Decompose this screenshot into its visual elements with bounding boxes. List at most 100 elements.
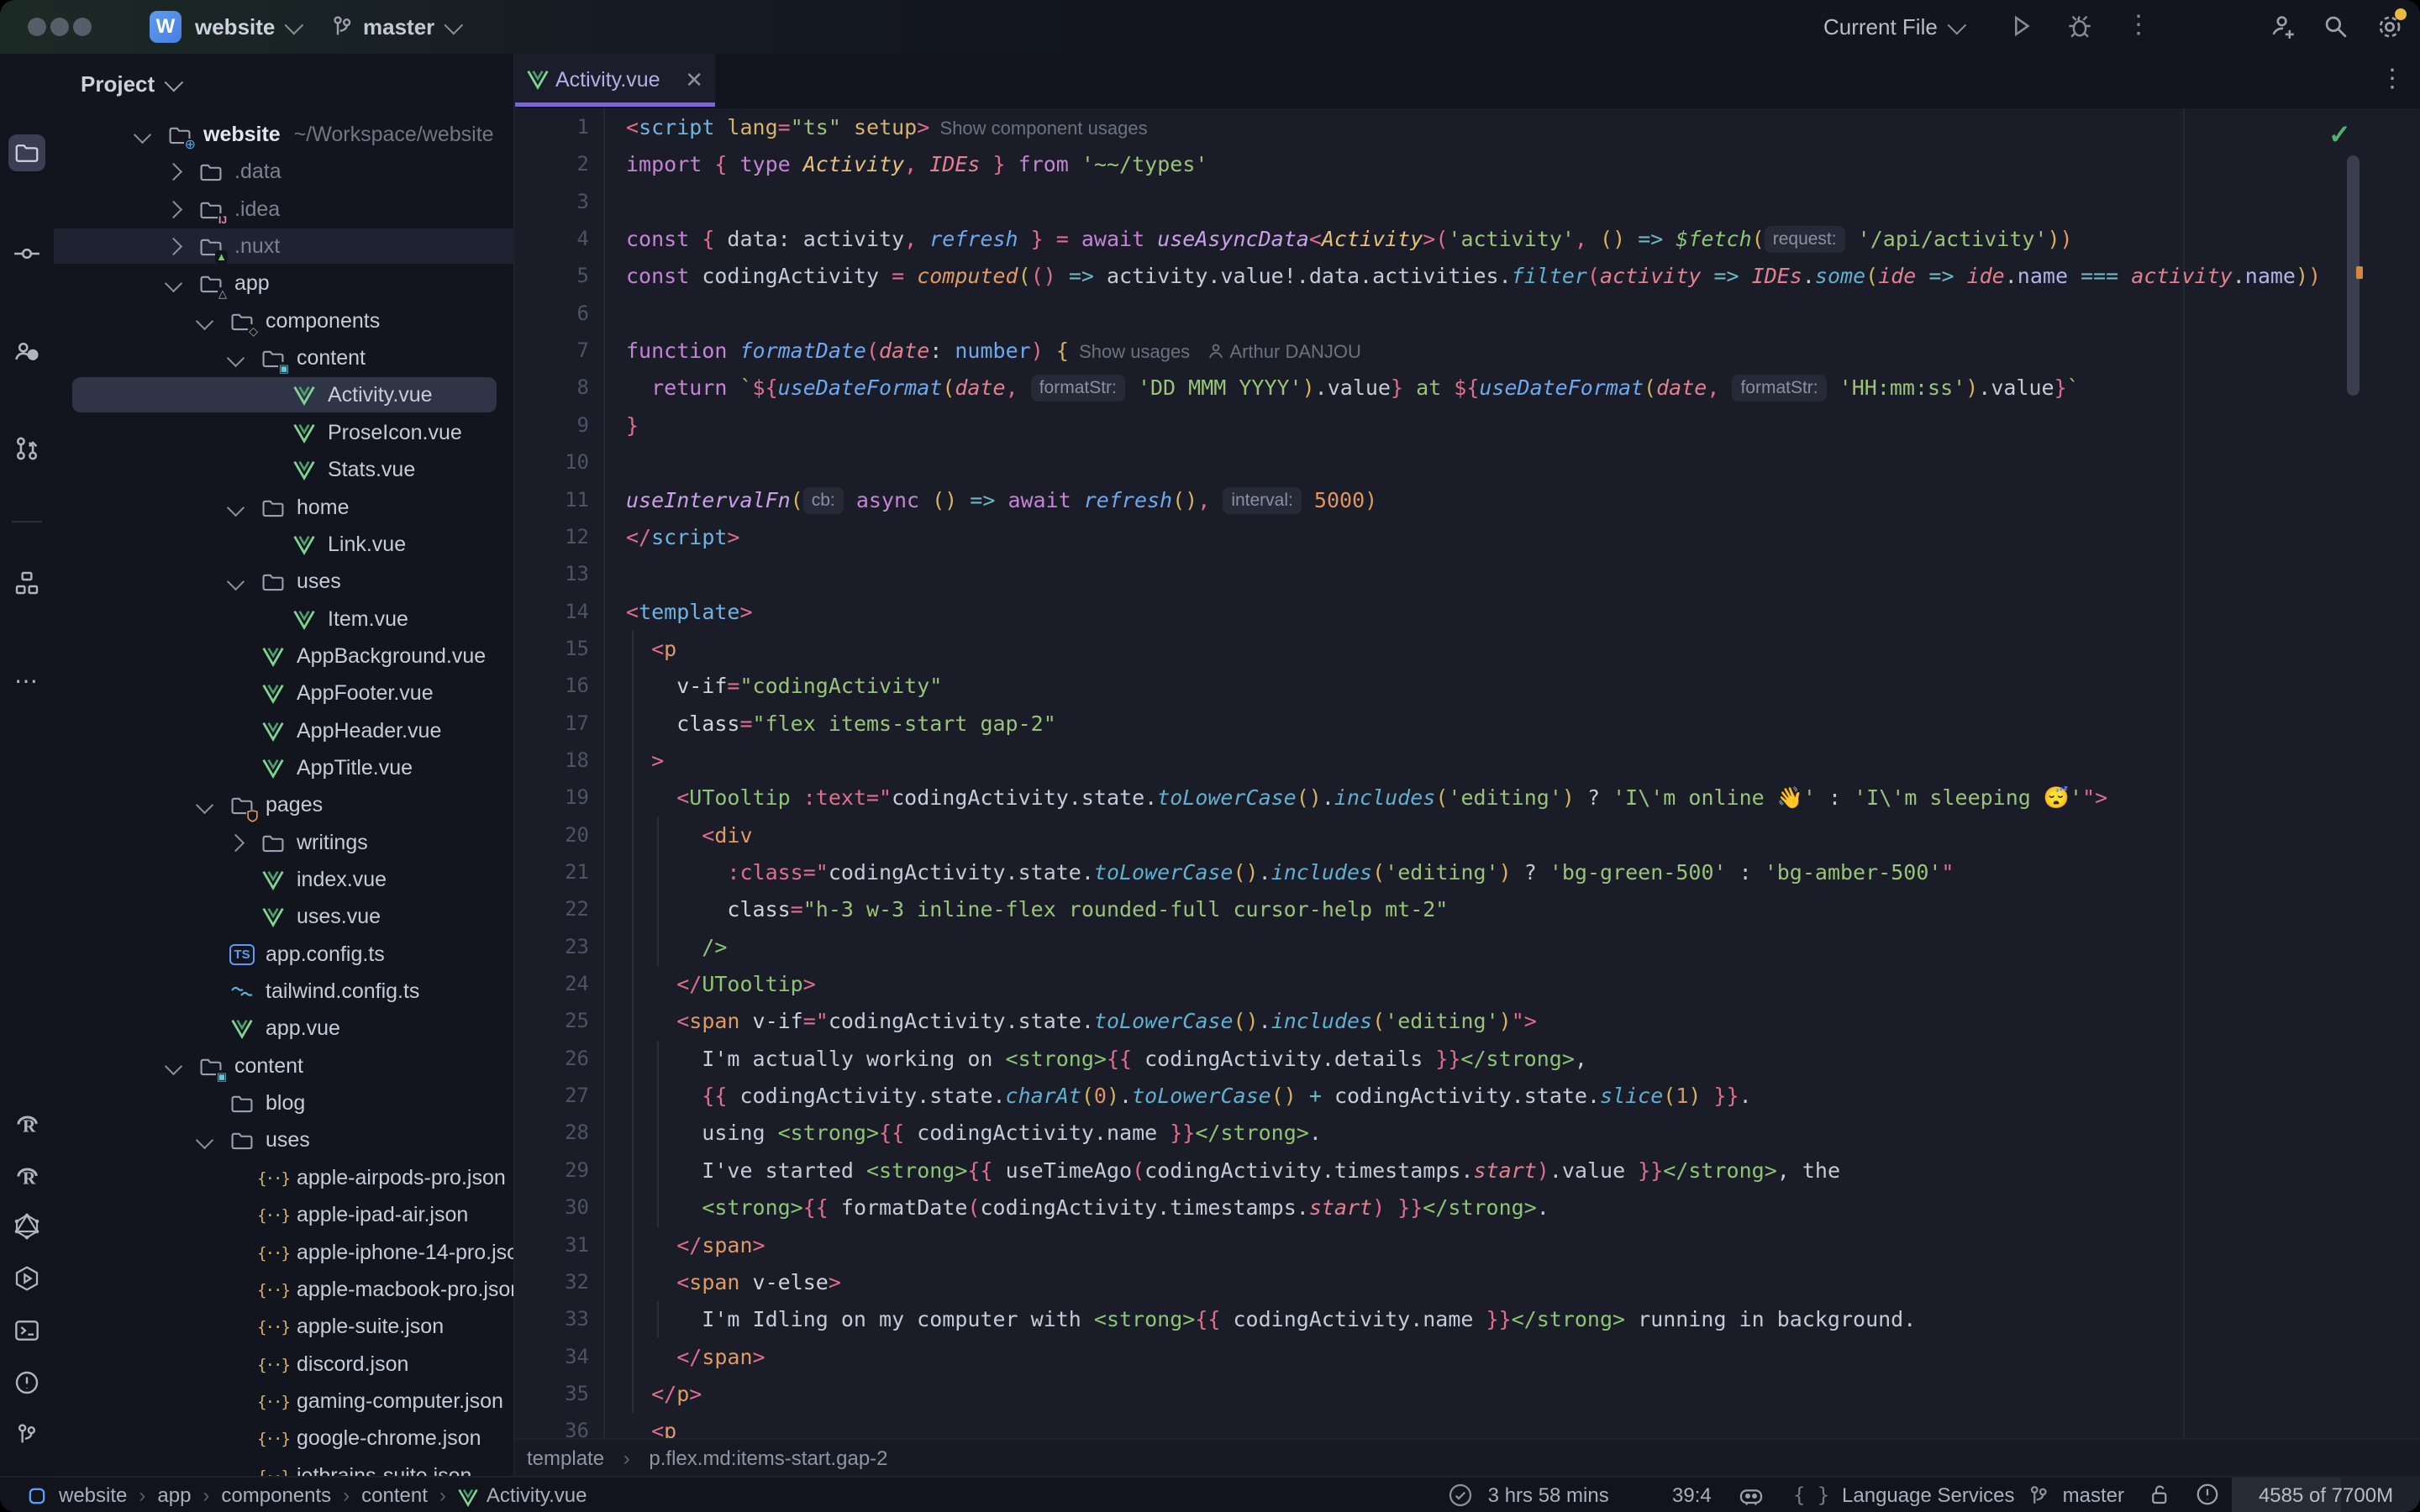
terminal-tool-icon[interactable] <box>8 1312 45 1349</box>
r-plugin-a-tool-icon[interactable]: R <box>8 1104 45 1141</box>
tab-close-icon[interactable]: ✕ <box>685 67 703 93</box>
vue-icon <box>291 532 318 559</box>
tree-item-blog[interactable]: blog <box>54 1084 513 1121</box>
language-services-widget[interactable]: { } Language Services <box>1793 1478 2015 1512</box>
debug-icon[interactable] <box>2065 12 2096 42</box>
tree-item-home[interactable]: home <box>54 489 513 526</box>
commit-tool-icon[interactable] <box>8 235 45 272</box>
vue-icon <box>291 606 318 633</box>
code-editor[interactable]: 1<script lang="ts" setup> Show component… <box>515 108 2420 1438</box>
tree-item-appheader-vue[interactable]: AppHeader.vue <box>54 712 513 749</box>
line-number: 4 <box>515 220 589 258</box>
tree-item--nuxt[interactable]: ▲.nuxt <box>54 228 513 265</box>
tree-item-tailwind-config-ts[interactable]: tailwind.config.ts <box>54 973 513 1010</box>
tree-item-label: gaming-computer.json <box>297 1383 503 1420</box>
services-tool-icon[interactable] <box>8 1260 45 1297</box>
warning-stripe-mark[interactable] <box>2356 266 2363 279</box>
tree-item-app-config-ts[interactable]: TSapp.config.ts <box>54 936 513 973</box>
tree-item-components[interactable]: ◇components <box>54 302 513 339</box>
line-number: 13 <box>515 555 589 593</box>
tree-item-website[interactable]: ⊕website~/Workspace/website <box>54 116 513 153</box>
inlay-hint-chip[interactable]: interval: <box>1223 487 1302 514</box>
status-breadcrumb[interactable]: website›app›components›content›Activity.… <box>25 1478 587 1512</box>
breadcrumb-element[interactable]: p.flex.md:items-start.gap-2 <box>649 1447 887 1470</box>
window-minimize-button[interactable] <box>50 18 69 36</box>
tree-item-gaming-computer-json[interactable]: {··}gaming-computer.json <box>54 1383 513 1420</box>
tree-item-appbackground-vue[interactable]: AppBackground.vue <box>54 638 513 675</box>
vue-icon <box>229 1016 255 1042</box>
tab-activity-vue[interactable]: Activity.vue ✕ <box>515 54 715 107</box>
inlay-hint[interactable]: Arthur DANJOU <box>1226 341 1361 362</box>
inlay-hint-chip[interactable]: formatStr: <box>1031 375 1125 402</box>
copilot-status-icon[interactable] <box>1738 1483 1765 1512</box>
problems-icon[interactable] <box>2195 1482 2220 1512</box>
tree-item-app-vue[interactable]: app.vue <box>54 1010 513 1047</box>
run-configuration[interactable]: Current File <box>1823 0 1961 54</box>
tree-item-item-vue[interactable]: Item.vue <box>54 601 513 638</box>
tree-item-uses-vue[interactable]: uses.vue <box>54 898 513 935</box>
tree-item-apple-airpods-pro-json[interactable]: {··}apple-airpods-pro.json <box>54 1159 513 1196</box>
caret-position[interactable]: 39:4 <box>1672 1478 1712 1512</box>
graphql-tool-icon[interactable] <box>8 1208 45 1245</box>
settings-icon[interactable] <box>2375 12 2405 42</box>
project-widget[interactable]: website <box>195 0 298 54</box>
tree-item-discord-json[interactable]: {··}discord.json <box>54 1346 513 1383</box>
memory-indicator[interactable]: 4585 of 7700M <box>2232 1478 2420 1512</box>
pull-requests-tool-icon[interactable] <box>8 430 45 467</box>
breadcrumb-template[interactable]: template <box>527 1447 604 1470</box>
tree-item-proseicon-vue[interactable]: ProseIcon.vue <box>54 414 513 451</box>
tree-item-google-chrome-json[interactable]: {··}google-chrome.json <box>54 1420 513 1457</box>
tree-item-writings[interactable]: writings <box>54 824 513 861</box>
git-branch-widget[interactable]: master <box>2025 1478 2124 1512</box>
inlay-hint[interactable]: Show component usages <box>929 118 1147 139</box>
tree-item-label: app <box>234 265 270 302</box>
structure-tool-icon[interactable] <box>8 564 45 601</box>
tree-item-activity-vue[interactable]: Activity.vue <box>54 376 513 413</box>
vcs-widget[interactable]: master <box>363 0 458 54</box>
tree-item-content[interactable]: ▣content <box>54 339 513 376</box>
tree-item--data[interactable]: .data <box>54 153 513 190</box>
inlay-hint-chip[interactable]: cb: <box>803 487 844 514</box>
tree-item-link-vue[interactable]: Link.vue <box>54 526 513 563</box>
tree-item-pages[interactable]: pages <box>54 786 513 823</box>
tree-item-stats-vue[interactable]: Stats.vue <box>54 451 513 488</box>
tree-item-app[interactable]: △app <box>54 265 513 302</box>
tree-item-apple-macbook-pro-json[interactable]: {··}apple-macbook-pro.json <box>54 1271 513 1308</box>
more-icon[interactable]: ⋮ <box>2126 10 2143 40</box>
tree-item--idea[interactable]: IJ.idea <box>54 191 513 228</box>
window-close-button[interactable] <box>28 18 46 36</box>
inlay-hint[interactable]: Show usages <box>1069 341 1206 362</box>
tree-item-apple-ipad-air-json[interactable]: {··}apple-ipad-air.json <box>54 1196 513 1233</box>
code-line-26: 26 I'm actually working on <strong>{{ co… <box>515 1040 2420 1078</box>
search-icon[interactable] <box>2321 12 2351 42</box>
version-control-tool-icon[interactable] <box>8 1416 45 1453</box>
inlay-hint-chip[interactable]: request: <box>1765 226 1845 253</box>
code-line-35: 35 </p> <box>515 1375 2420 1413</box>
tree-item-index-vue[interactable]: index.vue <box>54 861 513 898</box>
inspections-ok-icon[interactable]: ✓ <box>2328 118 2351 150</box>
tree-item-apple-suite-json[interactable]: {··}apple-suite.json <box>54 1308 513 1345</box>
wakatime-widget[interactable]: 3 hrs 58 mins <box>1447 1478 1609 1512</box>
tab-options-icon[interactable]: ⋮ <box>2380 64 2405 93</box>
project-tool-icon[interactable] <box>8 134 45 171</box>
tree-item-content[interactable]: ▣content <box>54 1047 513 1084</box>
stripe-divider <box>12 521 42 522</box>
r-plugin-b-tool-icon[interactable]: R <box>8 1156 45 1193</box>
tree-item-apple-iphone-14-pro-json[interactable]: {··}apple-iphone-14-pro.json <box>54 1234 513 1271</box>
inlay-hint-chip[interactable]: formatStr: <box>1732 375 1826 402</box>
tree-item-apptitle-vue[interactable]: AppTitle.vue <box>54 749 513 786</box>
more-tool-icon[interactable]: ⋯ <box>8 662 45 699</box>
tree-item-appfooter-vue[interactable]: AppFooter.vue <box>54 675 513 711</box>
window-zoom-button[interactable] <box>73 18 92 36</box>
project-panel-header[interactable]: Project <box>81 62 178 106</box>
lock-icon[interactable] <box>2148 1482 2173 1512</box>
problems-tool-icon[interactable] <box>8 1364 45 1401</box>
tree-item-uses[interactable]: uses <box>54 563 513 600</box>
tree-item-jetbrains-suite-json[interactable]: {··}jetbrains-suite.json <box>54 1457 513 1476</box>
run-icon[interactable] <box>2007 12 2037 42</box>
tree-item-uses[interactable]: uses <box>54 1121 513 1158</box>
code-with-me-tool-icon[interactable]: ? <box>8 333 45 370</box>
add-user-icon[interactable] <box>2269 12 2299 42</box>
chevron-down-icon <box>165 73 184 92</box>
line-number: 30 <box>515 1189 589 1226</box>
